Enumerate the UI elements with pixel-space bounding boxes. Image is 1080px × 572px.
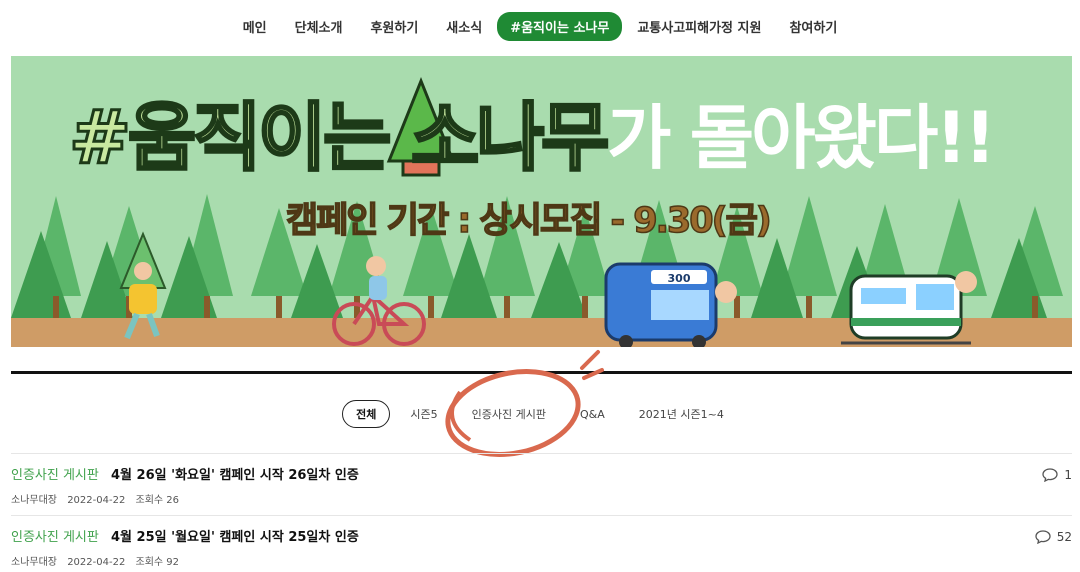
- tab-2021-season[interactable]: 2021년 시즌1~4: [625, 400, 738, 428]
- nav-item-donate[interactable]: 후원하기: [357, 12, 431, 41]
- comment-count: 52: [1056, 530, 1072, 544]
- main-nav: 메인 단체소개 후원하기 새소식 #움직이는 소나무 교통사고피해가정 지원 참…: [0, 0, 1080, 52]
- nav-item-family-support[interactable]: 교통사고피해가정 지원: [624, 12, 774, 41]
- tab-qna[interactable]: Q&A: [566, 402, 619, 427]
- post-comments[interactable]: 1: [1042, 468, 1072, 482]
- section-divider: [11, 371, 1072, 374]
- tab-photo-board[interactable]: 인증사진 게시판: [458, 400, 560, 428]
- post-meta: 소나무대장 2022-04-22 조회수 92: [11, 553, 186, 568]
- post-views: 조회수 92: [135, 557, 180, 568]
- post-date: 2022-04-22: [67, 495, 126, 506]
- banner-title: #움직이는 소나무: [67, 94, 610, 183]
- post-category[interactable]: 인증사진 게시판: [11, 468, 99, 483]
- post-title[interactable]: 4월 25일 '월요일' 캠페인 시작 25일차 인증: [111, 530, 359, 545]
- post-title[interactable]: 4월 26일 '화요일' 캠페인 시작 26일차 인증: [111, 468, 359, 483]
- post-heading: 인증사진 게시판 4월 26일 '화요일' 캠페인 시작 26일차 인증: [11, 464, 359, 483]
- post-author: 소나무대장: [11, 495, 57, 506]
- comment-count: 1: [1064, 468, 1072, 482]
- post-item[interactable]: 인증사진 게시판 4월 26일 '화요일' 캠페인 시작 26일차 인증 소나무…: [11, 453, 1072, 515]
- post-date: 2022-04-22: [67, 557, 126, 568]
- banner-title-suffix: 가 돌아왔다!!: [607, 97, 996, 179]
- post-author: 소나무대장: [11, 557, 57, 568]
- banner-text: #움직이는 소나무 가 돌아왔다!! 캠페인 기간 : 상시모집 - 9.30(…: [11, 56, 1072, 347]
- post-comments[interactable]: 52: [1035, 530, 1072, 544]
- tab-all[interactable]: 전체: [342, 400, 391, 428]
- post-meta: 소나무대장 2022-04-22 조회수 26: [11, 491, 186, 506]
- nav-item-main[interactable]: 메인: [230, 12, 280, 41]
- nav-item-news[interactable]: 새소식: [433, 12, 495, 41]
- nav-item-participate[interactable]: 참여하기: [776, 12, 850, 41]
- post-item[interactable]: 인증사진 게시판 4월 25일 '월요일' 캠페인 시작 25일차 인증 소나무…: [11, 515, 1072, 572]
- comment-icon: [1042, 468, 1059, 482]
- post-heading: 인증사진 게시판 4월 25일 '월요일' 캠페인 시작 25일차 인증: [11, 526, 359, 545]
- nav-item-about[interactable]: 단체소개: [282, 12, 356, 41]
- campaign-banner: 300 #움직이는 소나무 가 돌아왔다!! 캠페인 기간 : 상시모집 - 9…: [11, 56, 1072, 347]
- tab-season5[interactable]: 시즌5: [396, 400, 451, 428]
- banner-campaign-period: 캠페인 기간 : 상시모집 - 9.30(금): [285, 200, 772, 242]
- nav-item-moving-pine[interactable]: #움직이는 소나무: [497, 11, 623, 41]
- post-category[interactable]: 인증사진 게시판: [11, 530, 99, 545]
- post-views: 조회수 26: [135, 495, 180, 506]
- board-tabs: 전체 시즌5 인증사진 게시판 Q&A 2021년 시즌1~4: [0, 399, 1080, 429]
- comment-icon: [1035, 530, 1051, 544]
